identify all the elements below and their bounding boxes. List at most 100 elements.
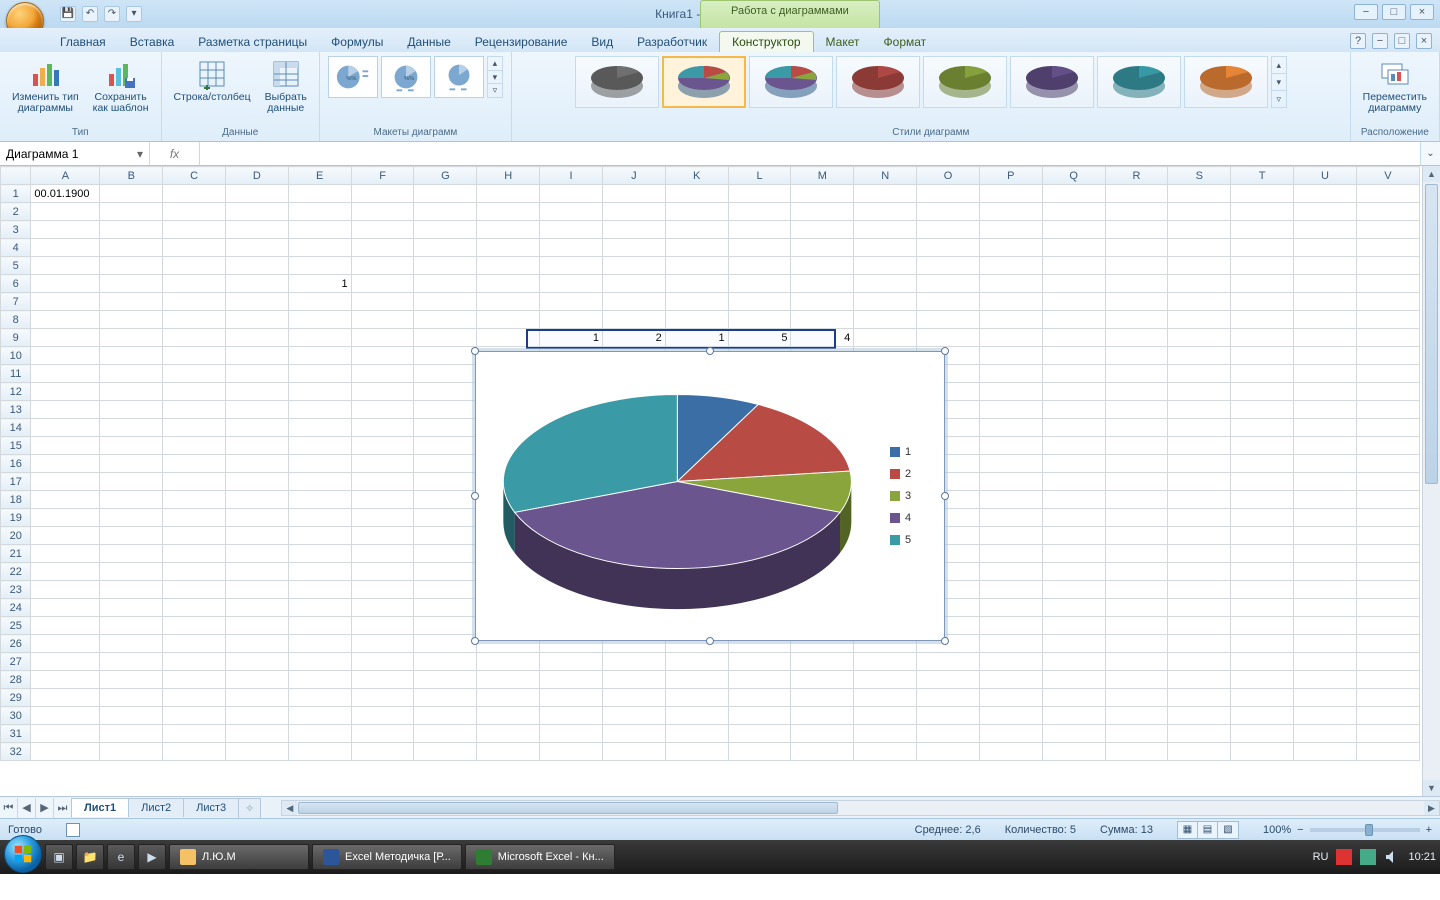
cell[interactable]: [602, 239, 665, 257]
cell[interactable]: [540, 293, 603, 311]
column-header[interactable]: D: [225, 167, 288, 185]
cell[interactable]: [477, 221, 540, 239]
row-header[interactable]: 1: [1, 185, 31, 203]
formula-bar-expand[interactable]: ⌄: [1420, 142, 1440, 165]
cell[interactable]: [1168, 473, 1231, 491]
save-as-template-button[interactable]: Сохранить как шаблон: [89, 56, 153, 116]
vertical-scrollbar[interactable]: ▲ ▼: [1422, 166, 1440, 796]
cell[interactable]: [225, 455, 288, 473]
cell[interactable]: [225, 689, 288, 707]
cell[interactable]: [1105, 221, 1168, 239]
cell[interactable]: [1105, 527, 1168, 545]
cell[interactable]: [917, 239, 980, 257]
cell[interactable]: [979, 581, 1042, 599]
cell[interactable]: [31, 743, 100, 761]
cell[interactable]: [728, 239, 791, 257]
cell[interactable]: [1168, 437, 1231, 455]
cell[interactable]: [540, 203, 603, 221]
zoom-control[interactable]: 100% − +: [1263, 824, 1432, 836]
cell[interactable]: [1231, 419, 1294, 437]
cell[interactable]: [1168, 293, 1231, 311]
cell[interactable]: [917, 329, 980, 347]
cell[interactable]: [791, 743, 854, 761]
cell[interactable]: [288, 221, 351, 239]
cell[interactable]: [225, 383, 288, 401]
cell[interactable]: [1168, 491, 1231, 509]
cell[interactable]: [351, 545, 414, 563]
cell[interactable]: [791, 725, 854, 743]
cell[interactable]: [1294, 491, 1357, 509]
cell[interactable]: [1168, 275, 1231, 293]
close-button[interactable]: ×: [1410, 4, 1434, 20]
cell[interactable]: [414, 239, 477, 257]
cell[interactable]: [917, 689, 980, 707]
cell[interactable]: [31, 707, 100, 725]
cell[interactable]: [728, 275, 791, 293]
cell[interactable]: [351, 419, 414, 437]
cell[interactable]: [979, 383, 1042, 401]
chart-style-2[interactable]: [662, 56, 746, 108]
cell[interactable]: [1294, 365, 1357, 383]
row-header[interactable]: 7: [1, 293, 31, 311]
row-header[interactable]: 28: [1, 671, 31, 689]
cell[interactable]: [540, 275, 603, 293]
cell[interactable]: [1356, 581, 1419, 599]
cell[interactable]: [1294, 725, 1357, 743]
cell[interactable]: [351, 311, 414, 329]
cell[interactable]: [979, 653, 1042, 671]
cell[interactable]: [1294, 455, 1357, 473]
cell[interactable]: [1294, 473, 1357, 491]
cell[interactable]: [1042, 743, 1105, 761]
cell[interactable]: [1231, 599, 1294, 617]
cell[interactable]: [288, 401, 351, 419]
cell[interactable]: [1042, 509, 1105, 527]
cell[interactable]: [602, 707, 665, 725]
cell[interactable]: [979, 203, 1042, 221]
cell[interactable]: [351, 437, 414, 455]
cell[interactable]: [1356, 185, 1419, 203]
row-header[interactable]: 18: [1, 491, 31, 509]
cell[interactable]: 1: [288, 275, 351, 293]
cell[interactable]: [100, 599, 163, 617]
cell[interactable]: [225, 545, 288, 563]
cell[interactable]: [477, 203, 540, 221]
resize-handle[interactable]: [706, 637, 714, 645]
cell[interactable]: [1231, 455, 1294, 473]
cell[interactable]: [414, 401, 477, 419]
minimize-button[interactable]: −: [1354, 4, 1378, 20]
cell[interactable]: [414, 347, 477, 365]
cell[interactable]: [163, 653, 226, 671]
cell[interactable]: [1231, 725, 1294, 743]
cell[interactable]: [31, 257, 100, 275]
cell[interactable]: [1105, 473, 1168, 491]
select-data-button[interactable]: Выбрать данные: [261, 56, 311, 116]
cell[interactable]: [1231, 581, 1294, 599]
cell[interactable]: [728, 725, 791, 743]
cell[interactable]: [1168, 707, 1231, 725]
cell[interactable]: [163, 671, 226, 689]
row-header[interactable]: 6: [1, 275, 31, 293]
cell[interactable]: [1042, 689, 1105, 707]
cell[interactable]: [979, 509, 1042, 527]
cell[interactable]: [1356, 203, 1419, 221]
cell[interactable]: [100, 239, 163, 257]
cell[interactable]: [1105, 491, 1168, 509]
row-header[interactable]: 25: [1, 617, 31, 635]
cell[interactable]: [100, 185, 163, 203]
cell[interactable]: [163, 743, 226, 761]
chevron-down-icon[interactable]: ▾: [137, 147, 143, 161]
cell[interactable]: [791, 221, 854, 239]
cell[interactable]: [100, 275, 163, 293]
cell[interactable]: [1231, 491, 1294, 509]
cell[interactable]: [351, 527, 414, 545]
cell[interactable]: [728, 311, 791, 329]
tab-page-layout[interactable]: Разметка страницы: [186, 32, 319, 52]
cell[interactable]: [225, 311, 288, 329]
cell[interactable]: [1105, 725, 1168, 743]
cell[interactable]: [665, 203, 728, 221]
cell[interactable]: [31, 635, 100, 653]
cell[interactable]: [163, 347, 226, 365]
cell[interactable]: [1105, 545, 1168, 563]
chart-style-8[interactable]: [1184, 56, 1268, 108]
cell[interactable]: [100, 527, 163, 545]
